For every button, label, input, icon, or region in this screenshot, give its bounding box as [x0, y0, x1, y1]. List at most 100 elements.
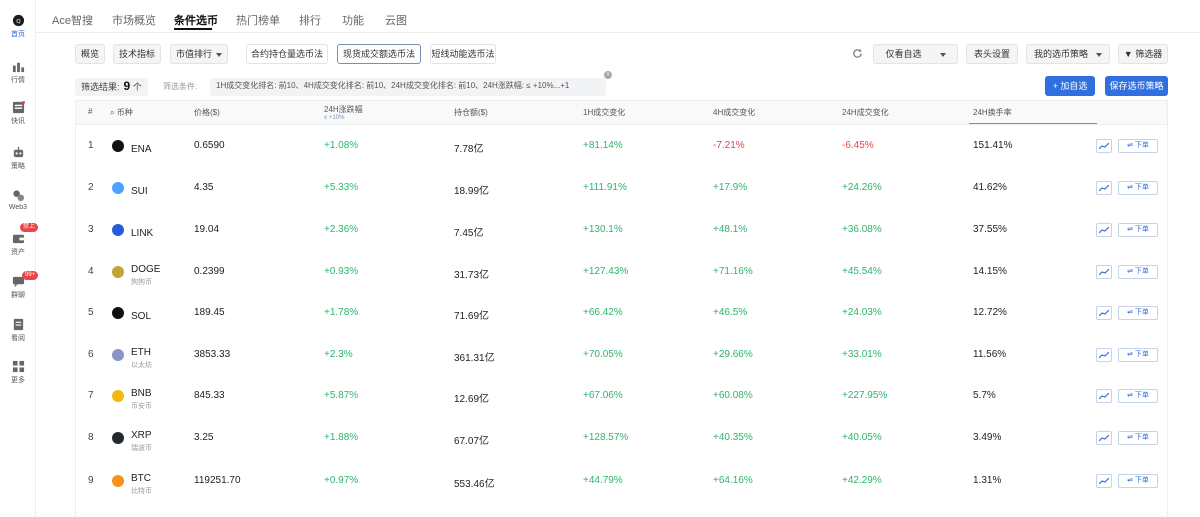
sidebar-item-more[interactable]: 更多	[0, 360, 36, 400]
header-settings-button[interactable]: 表头设置	[966, 44, 1018, 64]
caret-down-icon	[1096, 52, 1102, 57]
coin-symbol[interactable]: BTC	[131, 473, 151, 484]
coin-symbol[interactable]: ENA	[131, 144, 152, 155]
turnover-cell: 1.31%	[973, 475, 1002, 486]
web3-icon	[12, 190, 24, 202]
coin-logo-icon	[112, 349, 124, 361]
tab-hot-list[interactable]: 热门榜单	[236, 12, 280, 28]
market-cap-rank-dropdown[interactable]: 市值排行	[170, 44, 228, 64]
coin-symbol[interactable]: BNB	[131, 388, 152, 399]
chart-button[interactable]	[1096, 474, 1112, 488]
header-open-interest[interactable]: 持仓额($)	[454, 107, 488, 118]
coin-symbol[interactable]: XRP	[131, 430, 152, 441]
sidebar-item-label: 资产	[11, 249, 25, 256]
vol4h-cell: +64.16%	[713, 475, 753, 486]
sidebar-item-assets[interactable]: 资产 禁上	[0, 223, 39, 272]
my-strategy-dropdown[interactable]: 我的选币策略	[1026, 44, 1110, 64]
overview-button[interactable]: 概览	[75, 44, 105, 64]
tech-indicator-button[interactable]: 技术指标	[113, 44, 161, 64]
place-order-button[interactable]: ⇌ 下单	[1118, 223, 1158, 237]
open-interest-cell: 12.69亿	[454, 394, 490, 405]
line-chart-icon	[1099, 142, 1109, 150]
place-order-button[interactable]: ⇌ 下单	[1118, 265, 1158, 279]
place-order-button[interactable]: ⇌ 下单	[1118, 431, 1158, 445]
spot-volume-strategy-button[interactable]: 现货成交额选币法	[337, 44, 421, 64]
rank-cell: 4	[88, 266, 94, 277]
tab-cloud-map[interactable]: 云图	[385, 12, 407, 28]
table-row[interactable]: 3 LINK 19.04 +2.36% 7.45亿 +130.1% +48.1%…	[76, 210, 1167, 252]
close-icon[interactable]: ×	[604, 71, 612, 79]
header-vol24h[interactable]: 24H成交变化	[842, 107, 889, 118]
turnover-cell: 5.7%	[973, 390, 996, 401]
vol1h-cell: +67.06%	[583, 390, 623, 401]
coin-symbol[interactable]: DOGE	[131, 264, 160, 275]
filter-button[interactable]: ▼ 筛选器	[1118, 44, 1168, 64]
tab-features[interactable]: 功能	[342, 12, 364, 28]
short-momentum-strategy-button[interactable]: 短线动能选币法	[430, 44, 496, 64]
header-vol1h[interactable]: 1H成交变化	[583, 107, 625, 118]
header-change24h[interactable]: 24H涨跌幅	[324, 104, 363, 115]
coin-symbol[interactable]: LINK	[131, 228, 153, 239]
place-order-button[interactable]: ⇌ 下单	[1118, 139, 1158, 153]
contract-oi-strategy-button[interactable]: 合约持仓量选币法	[246, 44, 328, 64]
vol24h-cell: -6.45%	[842, 140, 874, 151]
only-watchlist-dropdown[interactable]: 仅看自选	[873, 44, 958, 64]
open-interest-cell: 31.73亿	[454, 270, 490, 281]
coin-symbol[interactable]: SOL	[131, 311, 151, 322]
tab-ranking[interactable]: 排行	[299, 12, 321, 28]
chart-button[interactable]	[1096, 431, 1112, 445]
chart-button[interactable]	[1096, 265, 1112, 279]
home-icon: Q	[12, 14, 24, 27]
header-coin[interactable]: ⌕ 币种	[110, 107, 133, 118]
tab-condition-select[interactable]: 条件选币	[174, 12, 218, 28]
header-turnover[interactable]: 24H换手率	[973, 107, 1012, 118]
change24h-cell: +1.88%	[324, 432, 359, 443]
add-watchlist-button[interactable]: + 加自选	[1045, 76, 1095, 96]
refresh-icon[interactable]	[852, 48, 863, 59]
table-row[interactable]: 5 SOL 189.45 +1.78% 71.69亿 +66.42% +46.5…	[76, 293, 1167, 335]
sidebar-item-news[interactable]: 快讯	[0, 101, 36, 141]
table-row[interactable]: 7 BNB 币安币 845.33 +5.87% 12.69亿 +67.06% +…	[76, 376, 1167, 418]
coin-name: 比特币	[131, 488, 152, 495]
header-vol4h[interactable]: 4H成交变化	[713, 107, 755, 118]
coin-symbol[interactable]: SUI	[131, 186, 148, 197]
place-order-button[interactable]: ⇌ 下单	[1118, 348, 1158, 362]
place-order-button[interactable]: ⇌ 下单	[1118, 306, 1158, 320]
sidebar-item-market[interactable]: 行情	[0, 60, 36, 100]
vol24h-cell: +45.54%	[842, 266, 882, 277]
tab-market-overview[interactable]: 市场概览	[112, 12, 156, 28]
sidebar-item-strategy[interactable]: 策略	[0, 146, 36, 186]
coin-symbol[interactable]: ETH	[131, 347, 151, 358]
place-order-button[interactable]: ⇌ 下单	[1118, 474, 1158, 488]
chart-button[interactable]	[1096, 181, 1112, 195]
chart-button[interactable]	[1096, 389, 1112, 403]
place-order-button[interactable]: ⇌ 下单	[1118, 181, 1158, 195]
table-row[interactable]: 8 XRP 瑞波币 3.25 +1.88% 67.07亿 +128.57% +4…	[76, 418, 1167, 460]
table-row[interactable]: 4 DOGE 狗狗币 0.2399 +0.93% 31.73亿 +127.43%…	[76, 252, 1167, 294]
table-row[interactable]: 1 ENA 0.6590 +1.08% 7.78亿 +81.14% -7.21%…	[76, 126, 1167, 168]
tab-ace-search[interactable]: Ace智搜	[52, 12, 93, 28]
coin-logo-icon	[112, 475, 124, 487]
rank-cell: 9	[88, 475, 94, 486]
sidebar-item-reading[interactable]: 看阅	[0, 318, 36, 358]
place-order-button[interactable]: ⇌ 下单	[1118, 389, 1158, 403]
filter-condition-text[interactable]: 1H成交变化排名: 前10、4H成交变化排名: 前10、24H成交变化排名: 前…	[210, 78, 606, 96]
sidebar-item-home[interactable]: Q 首页	[0, 14, 36, 54]
open-interest-cell: 7.45亿	[454, 228, 484, 239]
chart-button[interactable]	[1096, 223, 1112, 237]
table-row[interactable]: 2 SUI 4.35 +5.33% 18.99亿 +111.91% +17.9%…	[76, 168, 1167, 210]
chart-button[interactable]	[1096, 139, 1112, 153]
divider	[36, 32, 1200, 33]
chart-button[interactable]	[1096, 348, 1112, 362]
sidebar-item-chat[interactable]: 群聊 99+	[0, 271, 39, 315]
line-chart-icon	[1099, 226, 1109, 234]
rank-cell: 8	[88, 432, 94, 443]
table-row[interactable]: 6 ETH 以太坊 3853.33 +2.3% 361.31亿 +70.05% …	[76, 335, 1167, 377]
coin-logo-icon	[112, 140, 124, 152]
rank-cell: 7	[88, 390, 94, 401]
save-strategy-button[interactable]: 保存选币策略	[1105, 76, 1168, 96]
table-row[interactable]: 9 BTC 比特币 119251.70 +0.97% 553.46亿 +44.7…	[76, 461, 1167, 503]
header-price[interactable]: 价格($)	[194, 107, 220, 118]
change24h-cell: +2.36%	[324, 224, 359, 235]
chart-button[interactable]	[1096, 306, 1112, 320]
